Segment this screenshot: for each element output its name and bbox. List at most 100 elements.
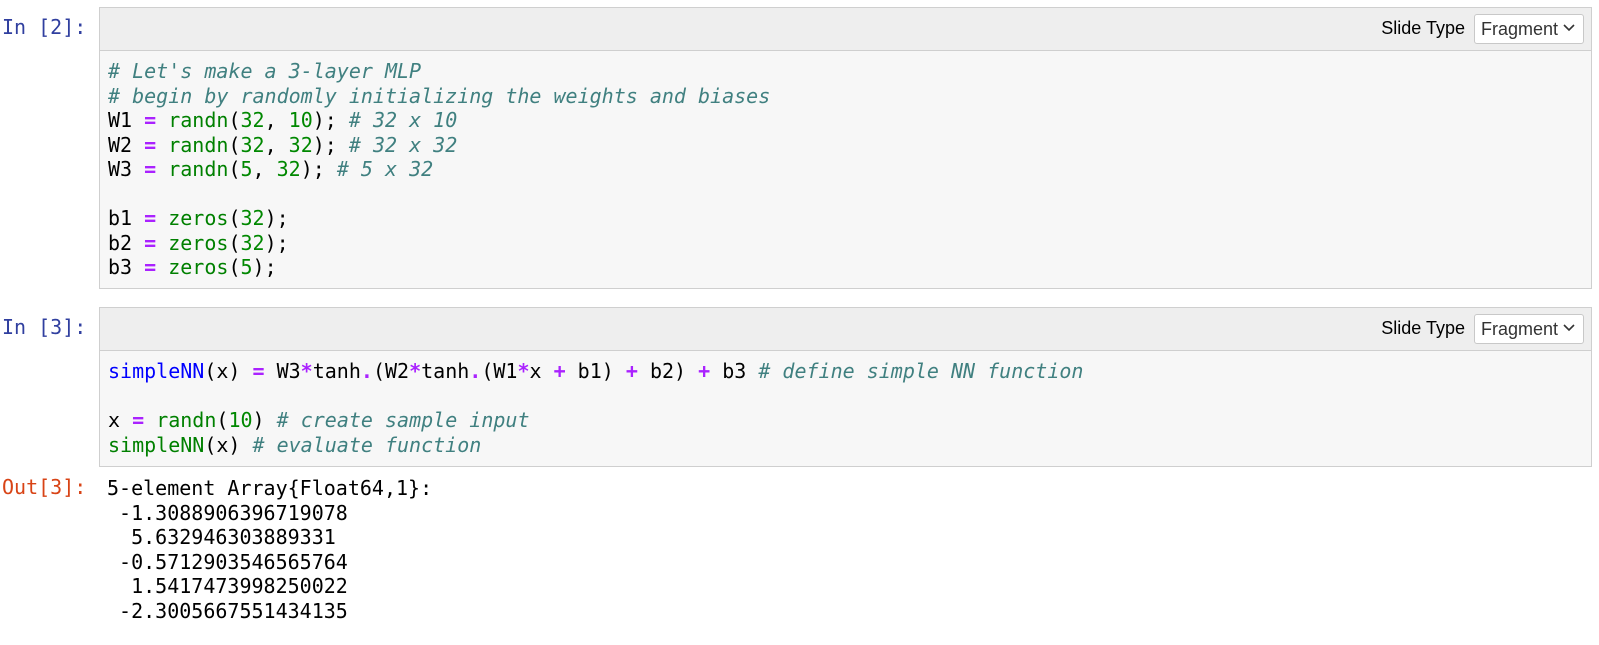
code-cell[interactable]: Slide Type Fragment simpleNN(x) = W3*tan… — [99, 307, 1592, 467]
code-token: (W1 — [481, 359, 518, 383]
code-token: # 32 x 32 — [348, 132, 458, 157]
code-line: simpleNN(x) # evaluate function — [108, 433, 1591, 458]
code-line: x = randn(10) # create sample input — [108, 408, 1591, 433]
code-token: b3 — [710, 359, 759, 383]
slide-type-select[interactable]: Fragment — [1474, 14, 1584, 44]
code-token: ); — [312, 132, 349, 157]
code-token: # begin by randomly initializing the wei… — [108, 83, 771, 108]
code-token: b1) — [565, 359, 626, 383]
code-token: zeros — [168, 230, 229, 255]
code-token: (W2 — [372, 359, 410, 383]
code-token: x — [529, 359, 554, 383]
code-token: zeros — [168, 206, 229, 230]
code-token: 32 — [240, 132, 265, 157]
code-token: ( — [216, 408, 229, 432]
slide-type-label: Slide Type — [1381, 18, 1465, 38]
code-token: 32 — [288, 132, 313, 157]
code-token: b2) — [637, 359, 699, 383]
code-token: , — [264, 108, 289, 132]
output-line: -1.3088906396719078 — [107, 500, 348, 525]
slide-type-value: Fragment — [1481, 19, 1559, 39]
code-line: simpleNN(x) = W3*tanh.(W2*tanh.(W1*x + b… — [108, 359, 1591, 384]
code-token: * — [409, 359, 422, 383]
code-token: ); — [264, 230, 289, 255]
code-token: ); — [264, 206, 289, 230]
code-token: ( — [228, 132, 241, 157]
code-token: 32 — [240, 206, 265, 230]
code-token: 5 — [240, 255, 253, 279]
code-token: = — [252, 359, 265, 383]
slide-type-select[interactable]: Fragment — [1474, 314, 1584, 344]
output-prompt: Out[3]: — [2, 475, 87, 499]
code-editor[interactable]: simpleNN(x) = W3*tanh.(W2*tanh.(W1*x + b… — [100, 351, 1591, 465]
code-token: zeros — [168, 255, 229, 279]
cell-toolbar: Slide Type Fragment — [100, 308, 1591, 351]
code-token: 10 — [288, 108, 313, 132]
code-token: # create sample input — [276, 408, 530, 432]
code-token: = — [144, 157, 157, 181]
code-token: * — [517, 359, 530, 383]
code-line: W3 = randn(5, 32); # 5 x 32 — [108, 157, 1591, 182]
code-line: b2 = zeros(32); — [108, 231, 1591, 256]
code-token: = — [144, 108, 157, 132]
code-editor[interactable]: # Let's make a 3-layer MLP # begin by ran… — [100, 51, 1591, 288]
code-token: ); — [252, 255, 277, 279]
code-line: # begin by randomly initializing the wei… — [108, 84, 1591, 109]
code-token: = — [144, 230, 157, 255]
code-token: W3 — [264, 359, 301, 383]
code-token: 32 — [240, 108, 265, 132]
code-token: # 5 x 32 — [336, 157, 434, 181]
code-line: W2 = randn(32, 32); # 32 x 32 — [108, 133, 1591, 158]
code-token: (x) — [204, 432, 253, 457]
code-line: b1 = zeros(32); — [108, 206, 1591, 231]
code-token: x — [108, 408, 133, 432]
code-token: # evaluate function — [252, 432, 482, 457]
code-token: randn — [168, 157, 229, 181]
code-line: W1 = randn(32, 10); # 32 x 10 — [108, 108, 1591, 133]
code-token: ( — [228, 255, 241, 279]
code-token: b1 — [108, 206, 145, 230]
code-token: randn — [156, 408, 217, 432]
code-token: simpleNN — [108, 432, 205, 457]
code-token: tanh — [421, 359, 470, 383]
code-token: 10 — [228, 408, 253, 432]
code-line: # Let's make a 3-layer MLP — [108, 59, 1591, 84]
code-token: ); — [312, 108, 349, 132]
output-line: -0.5712903546565764 — [107, 549, 348, 574]
code-token: randn — [168, 108, 229, 132]
output-line: 1.5417473998250022 — [107, 574, 348, 598]
code-token: W2 — [108, 132, 145, 157]
code-token: tanh — [312, 359, 361, 383]
chevron-down-icon — [1563, 324, 1575, 332]
code-token: ) — [252, 408, 277, 432]
code-token: W3 — [108, 157, 145, 181]
code-token: ( — [228, 157, 241, 181]
code-token: = — [132, 408, 145, 432]
code-token: . — [469, 359, 482, 383]
cell-prompt: In [3]: — [2, 315, 87, 339]
cell-prompt: In [2]: — [2, 15, 87, 39]
code-cell[interactable]: Slide Type Fragment # Let's make a 3-lay… — [99, 7, 1592, 289]
cell-output: 5-element Array{Float64,1}: -1.308890639… — [107, 476, 432, 623]
code-token: 32 — [240, 230, 265, 255]
code-line: b3 = zeros(5); — [108, 255, 1591, 280]
code-token: = — [144, 132, 157, 157]
slide-type-value: Fragment — [1481, 319, 1559, 339]
code-token: # 32 x 10 — [348, 108, 458, 132]
output-line: -2.3005667551434135 — [107, 598, 348, 623]
code-token: b3 — [108, 255, 145, 279]
output-line: 5-element Array{Float64,1}: — [107, 476, 433, 500]
code-token: . — [360, 359, 373, 383]
slide-type-label: Slide Type — [1381, 318, 1465, 338]
code-token: b2 — [108, 230, 145, 255]
code-token: ); — [300, 157, 337, 181]
code-token: ( — [228, 230, 241, 255]
